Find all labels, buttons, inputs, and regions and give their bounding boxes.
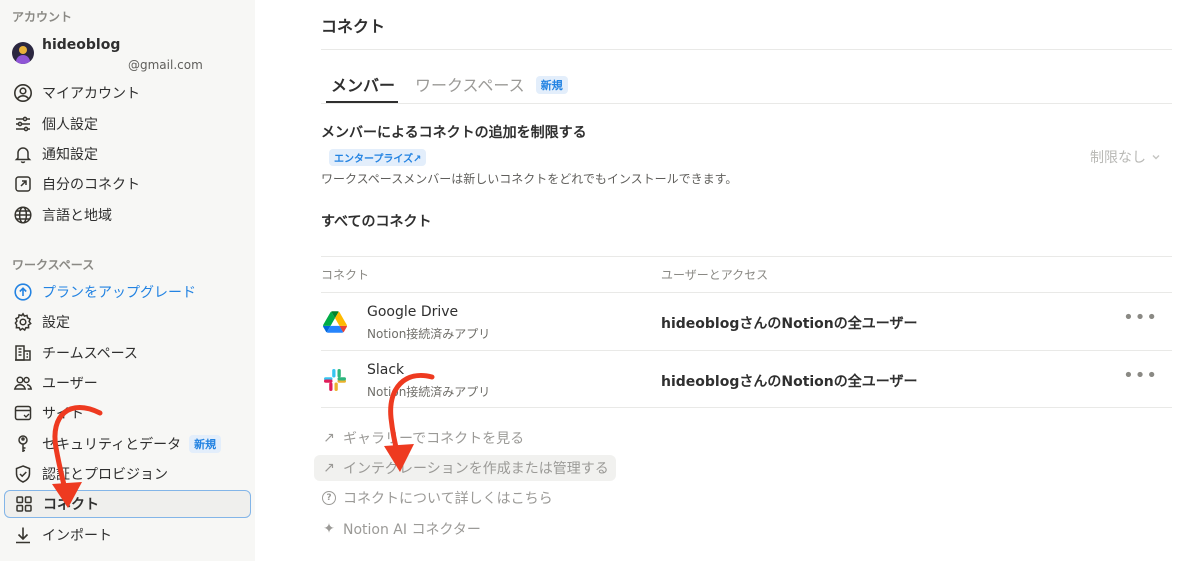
arrow-up-right-icon: ↗ [323, 430, 335, 446]
column-header-connection: コネクト [321, 268, 370, 282]
link-learn-more[interactable]: ? コネクトについて詳しくはこちら [314, 485, 560, 511]
slack-icon [324, 369, 346, 391]
page-title: コネクト [321, 17, 386, 36]
key-icon [12, 433, 34, 455]
arrow-up-right-icon: ↗ [323, 460, 335, 476]
sidebar-item-label: セキュリティとデータ [42, 437, 182, 453]
globe-icon [12, 204, 34, 226]
sidebar-item-language-region[interactable]: 言語と地域 [4, 201, 251, 229]
sidebar-item-my-connections[interactable]: 自分のコネクト [4, 170, 251, 198]
sidebar-item-my-account[interactable]: マイアカウント [4, 79, 251, 107]
sidebar-item-label: 通知設定 [42, 147, 98, 163]
sidebar-item-label: インポート [42, 528, 112, 544]
divider [321, 256, 1172, 257]
gear-icon [12, 311, 34, 333]
sliders-icon [12, 113, 34, 135]
divider [321, 49, 1172, 50]
tab-workspace[interactable]: ワークスペース 新規 [415, 72, 568, 96]
sidebar-item-label: マイアカウント [42, 86, 140, 102]
table-row[interactable]: Slack Notion接続済みアプリ hideoblogさんのNotionの全… [321, 351, 1172, 408]
restrict-select-value: 制限なし [1090, 150, 1146, 166]
link-notion-ai-connectors[interactable]: ✦ Notion AI コネクター [314, 516, 488, 542]
new-badge: 新規 [189, 435, 222, 453]
sidebar: アカウント hideoblog @gmail.com マイアカウント 個人設定 … [0, 0, 255, 561]
tab-label: メンバー [331, 76, 396, 95]
account-section-label: アカウント [12, 10, 73, 24]
account-name: hideoblog [42, 37, 121, 53]
sidebar-item-notifications[interactable]: 通知設定 [4, 140, 251, 168]
upgrade-arrow-icon [12, 281, 34, 303]
sidebar-item-label: ユーザー [42, 376, 98, 392]
all-connections-title: すべてのコネクト [321, 214, 432, 230]
sidebar-item-preferences[interactable]: 個人設定 [4, 110, 251, 138]
sidebar-item-upgrade-plan[interactable]: プランをアップグレード [4, 278, 251, 306]
sidebar-item-label: 認証とプロビジョン [42, 467, 168, 483]
sidebar-item-label: 言語と地域 [42, 208, 112, 224]
tab-members[interactable]: メンバー [331, 72, 395, 96]
sidebar-item-sites[interactable]: サイト [4, 399, 251, 427]
connections-page: コネクト メンバー ワークスペース 新規 メンバーによるコネクトの追加を制限する… [314, 0, 1172, 561]
divider [321, 103, 1172, 104]
column-header-access: ユーザーとアクセス [661, 268, 769, 282]
table-row[interactable]: Google Drive Notion接続済みアプリ hideoblogさんのN… [321, 293, 1172, 350]
link-label: コネクトについて詳しくはこちら [343, 491, 553, 507]
sidebar-item-label: 自分のコネクト [42, 177, 140, 193]
connection-subtitle: Notion接続済みアプリ [367, 385, 491, 399]
restrict-setting-title: メンバーによるコネクトの追加を制限する [321, 125, 587, 141]
question-glyph: ? [322, 491, 336, 505]
sidebar-item-connections[interactable]: コネクト [4, 490, 251, 518]
restrict-select[interactable]: 制限なし [1090, 147, 1162, 167]
divider [321, 407, 1172, 408]
browser-window-icon [12, 402, 34, 424]
users-icon [12, 372, 34, 394]
connection-name: Google Drive [367, 304, 459, 320]
user-circle-icon [12, 82, 34, 104]
avatar [12, 42, 34, 64]
account-email: @gmail.com [128, 58, 203, 72]
sidebar-item-label: サイト [42, 406, 84, 422]
sidebar-item-settings[interactable]: 設定 [4, 308, 251, 336]
link-browse-gallery[interactable]: ↗ ギャラリーでコネクトを見る [314, 425, 531, 451]
restrict-setting-description: ワークスペースメンバーは新しいコネクトをどれでもインストールできます。 [321, 172, 738, 186]
bell-icon [12, 143, 34, 165]
sidebar-item-label: 個人設定 [42, 117, 98, 133]
link-manage-integrations[interactable]: ↗ インテグレーションを作成または管理する [314, 455, 616, 481]
sidebar-item-security-data[interactable]: セキュリティとデータ 新規 [4, 430, 251, 458]
arrow-square-icon [12, 173, 34, 195]
link-label: Notion AI コネクター [343, 522, 481, 538]
link-label: インテグレーションを作成または管理する [343, 461, 609, 477]
more-options-icon[interactable]: ••• [1123, 307, 1158, 328]
sidebar-item-import[interactable]: インポート [4, 521, 251, 549]
shield-check-icon [12, 463, 34, 485]
workspace-section-label: ワークスペース [12, 258, 95, 272]
sidebar-item-label: プランをアップグレード [42, 285, 196, 301]
download-arrow-icon [12, 524, 34, 546]
connection-access: hideoblogさんのNotionの全ユーザー [661, 316, 918, 332]
connection-access: hideoblogさんのNotionの全ユーザー [661, 374, 918, 390]
sidebar-item-auth-provisioning[interactable]: 認証とプロビジョン [4, 460, 251, 488]
google-drive-icon [323, 311, 347, 333]
question-circle-icon: ? [321, 491, 337, 505]
sidebar-item-label: 設定 [42, 315, 70, 331]
sidebar-item-teamspaces[interactable]: チームスペース [4, 339, 251, 367]
new-badge: 新規 [535, 76, 568, 94]
connection-name: Slack [367, 362, 405, 378]
sidebar-item-label: チームスペース [42, 346, 138, 362]
sidebar-item-label: コネクト [43, 497, 99, 513]
enterprise-badge[interactable]: エンタープライズ↗ [329, 149, 427, 166]
chevron-down-icon [1152, 155, 1160, 160]
grid-icon [13, 493, 35, 515]
link-label: ギャラリーでコネクトを見る [343, 431, 525, 447]
building-icon [12, 342, 34, 364]
more-options-icon[interactable]: ••• [1123, 365, 1158, 386]
sparkle-icon: ✦ [323, 521, 335, 537]
tab-label: ワークスペース [415, 76, 525, 95]
sidebar-item-users[interactable]: ユーザー [4, 369, 251, 397]
connection-subtitle: Notion接続済みアプリ [367, 327, 491, 341]
